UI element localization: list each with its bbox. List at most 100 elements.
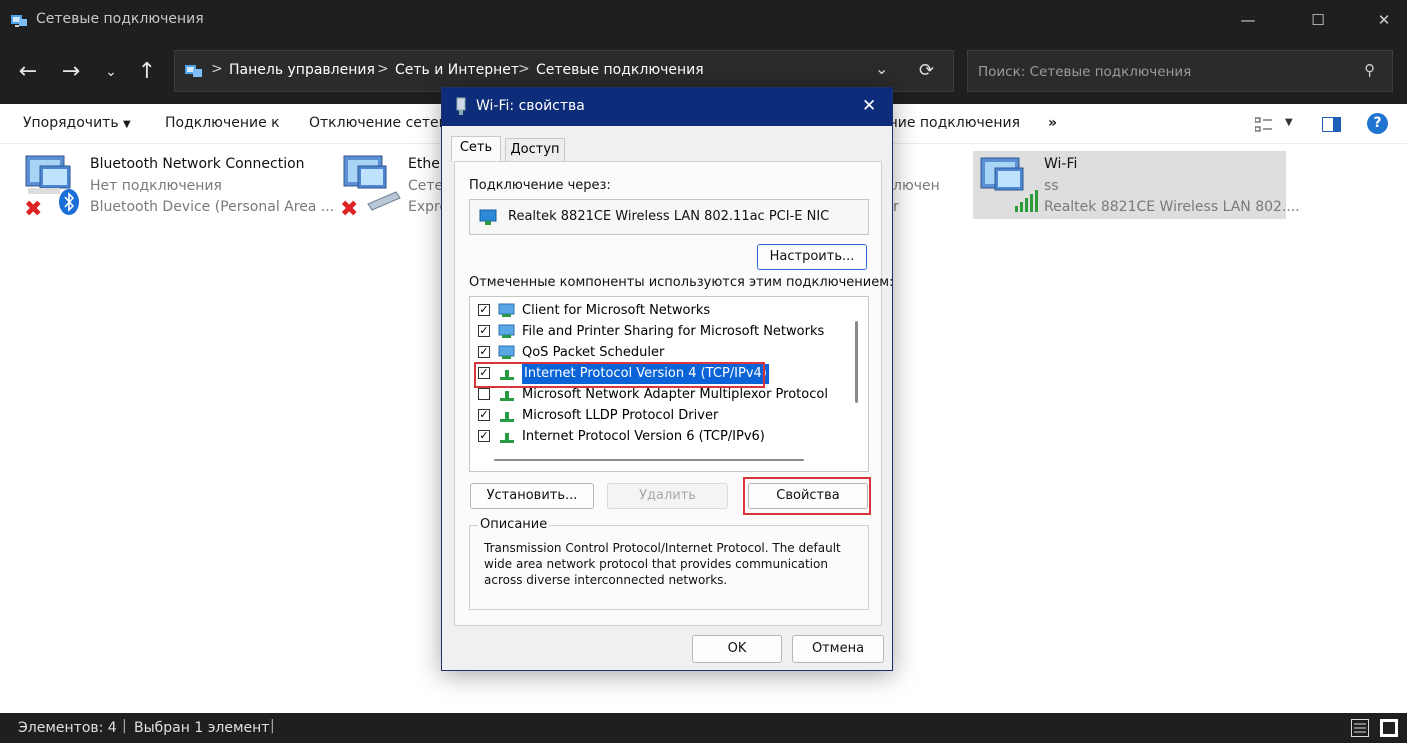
breadcrumb-separator: > (377, 61, 389, 77)
connection-status: Нет подключения (90, 178, 222, 194)
connection-item-partial[interactable]: лючен r (893, 150, 953, 220)
list-item[interactable]: ✓ File and Printer Sharing for Microsoft… (474, 322, 834, 342)
checkbox[interactable]: ✓ (478, 325, 490, 337)
address-bar[interactable]: > Панель управления > Сеть и Интернет > … (174, 50, 954, 92)
connection-status: лючен (893, 178, 940, 194)
list-item-label: Microsoft LLDP Protocol Driver (522, 408, 719, 423)
connect-to-button[interactable]: Подключение к (165, 115, 280, 131)
search-input[interactable] (976, 61, 1340, 83)
network-service-icon (498, 324, 515, 338)
connection-name: Ether (408, 156, 446, 172)
adapter-field: Realtek 8821CE Wireless LAN 802.11ac PCI… (469, 199, 869, 235)
search-box: ⚲ (967, 50, 1393, 92)
protocol-icon (500, 433, 514, 443)
checkbox[interactable]: ✓ (478, 430, 490, 442)
list-item-label: QoS Packet Scheduler (522, 345, 665, 360)
view-status-button[interactable]: ание подключения (880, 115, 1020, 131)
change-view-icon[interactable] (1255, 117, 1273, 133)
dialog-close-icon[interactable]: ✕ (862, 96, 876, 116)
list-item-label: Client for Microsoft Networks (522, 303, 711, 318)
organize-menu[interactable]: Упорядочить ▼ (23, 115, 131, 131)
recent-locations-chevron-icon[interactable]: ⌄ (95, 56, 127, 88)
connection-item-bluetooth[interactable]: ✖ Bluetooth Network Connection Нет подкл… (20, 150, 334, 220)
connection-name: Wi-Fi (1044, 156, 1078, 172)
list-item[interactable]: ✓ Microsoft LLDP Protocol Driver (474, 406, 834, 426)
connection-device: Realtek 8821CE Wireless LAN 802.... (1044, 199, 1300, 215)
up-arrow-icon[interactable]: ↑ (131, 56, 163, 88)
description-label: Описание (478, 517, 550, 532)
network-folder-icon (11, 15, 27, 27)
network-client-icon (498, 303, 515, 317)
refresh-icon[interactable]: ⟳ (919, 60, 934, 81)
window-title: Сетевые подключения (36, 11, 204, 27)
connection-name: Bluetooth Network Connection (90, 156, 305, 172)
tab-sharing[interactable]: Доступ (505, 138, 565, 162)
components-label: Отмеченные компоненты используются этим … (469, 275, 894, 290)
connection-item-wifi[interactable]: Wi-Fi ss Realtek 8821CE Wireless LAN 802… (973, 151, 1300, 219)
connection-item-ethernet[interactable]: ✖ Ether Сете Expre (340, 150, 448, 220)
svg-text:✖: ✖ (24, 197, 42, 216)
list-item[interactable]: ✓ Client for Microsoft Networks (474, 301, 834, 321)
tab-network[interactable]: Сеть (451, 136, 501, 162)
connection-device: r (893, 199, 899, 215)
breadcrumb-separator: > (211, 61, 223, 77)
connection-status: Сете (408, 178, 444, 194)
organize-label: Упорядочить (23, 115, 119, 131)
ok-button[interactable]: OK (692, 635, 782, 663)
status-divider: | (270, 718, 275, 734)
checkbox[interactable]: ✓ (478, 409, 490, 421)
list-item[interactable]: ✓ Internet Protocol Version 6 (TCP/IPv6) (474, 427, 834, 447)
connection-status: ss (1044, 178, 1059, 194)
list-item[interactable]: ✓ QoS Packet Scheduler (474, 343, 834, 363)
adapter-small-icon (456, 97, 466, 115)
configure-button[interactable]: Настроить... (757, 244, 867, 270)
large-icons-view-icon[interactable] (1380, 719, 1398, 737)
list-item-label: Microsoft Network Adapter Multiplexor Pr… (522, 387, 828, 402)
selection-count: Выбран 1 элемент (134, 720, 270, 736)
breadcrumb-control-panel[interactable]: Панель управления (229, 62, 375, 78)
disconnect-button[interactable]: Отключение сетево (309, 115, 455, 131)
description-group: Описание Transmission Control Protocol/I… (469, 517, 869, 610)
breadcrumb-network-connections[interactable]: Сетевые подключения (536, 62, 704, 78)
status-divider: | (122, 718, 127, 734)
checkbox[interactable]: ✓ (478, 346, 490, 358)
network-service-icon (498, 345, 515, 359)
details-view-icon[interactable] (1351, 719, 1369, 737)
help-icon[interactable]: ? (1367, 113, 1388, 134)
network-adapter-icon: ✖ (340, 155, 401, 216)
checkbox[interactable] (478, 388, 490, 400)
install-button[interactable]: Установить... (470, 483, 594, 509)
list-item-label: Internet Protocol Version 6 (TCP/IPv6) (522, 429, 765, 444)
connect-using-label: Подключение через: (469, 178, 611, 193)
control-panel-icon (185, 65, 202, 77)
minimize-button[interactable]: — (1225, 0, 1271, 40)
checkbox[interactable]: ✓ (478, 304, 490, 316)
dialog-title-bar: Wi-Fi: свойства ✕ (442, 88, 892, 126)
close-window-button[interactable]: ✕ (1361, 0, 1407, 40)
network-card-icon (479, 209, 497, 225)
connection-device: Bluetooth Device (Personal Area ... (90, 199, 335, 215)
list-item[interactable]: Microsoft Network Adapter Multiplexor Pr… (474, 385, 834, 405)
vertical-scrollbar[interactable] (855, 321, 858, 403)
breadcrumb-network-internet[interactable]: Сеть и Интернет (395, 62, 519, 78)
more-commands-button[interactable]: » (1048, 115, 1057, 131)
horizontal-scrollbar[interactable] (494, 459, 804, 461)
bluetooth-icon (59, 189, 79, 215)
forward-arrow-icon[interactable]: → (55, 56, 87, 88)
cancel-button[interactable]: Отмена (792, 635, 884, 663)
back-arrow-icon[interactable]: ← (12, 56, 44, 88)
address-dropdown-chevron-icon[interactable]: ⌄ (875, 59, 888, 78)
adapter-name: Realtek 8821CE Wireless LAN 802.11ac PCI… (508, 209, 830, 224)
list-item-label: File and Printer Sharing for Microsoft N… (522, 324, 825, 339)
description-text: Transmission Control Protocol/Internet P… (484, 541, 841, 587)
preview-pane-icon[interactable] (1322, 117, 1342, 133)
window-title-bar: Сетевые подключения — ☐ ✕ (0, 0, 1407, 40)
protocol-icon (500, 391, 514, 401)
maximize-button[interactable]: ☐ (1295, 0, 1341, 40)
search-icon[interactable]: ⚲ (1364, 61, 1375, 79)
dialog-title: Wi-Fi: свойства (476, 98, 585, 114)
uninstall-button[interactable]: Удалить (607, 483, 728, 509)
protocol-icon (500, 412, 514, 422)
dropdown-caret-icon: ▼ (123, 119, 131, 130)
view-dropdown-caret-icon[interactable]: ▼ (1285, 117, 1293, 128)
